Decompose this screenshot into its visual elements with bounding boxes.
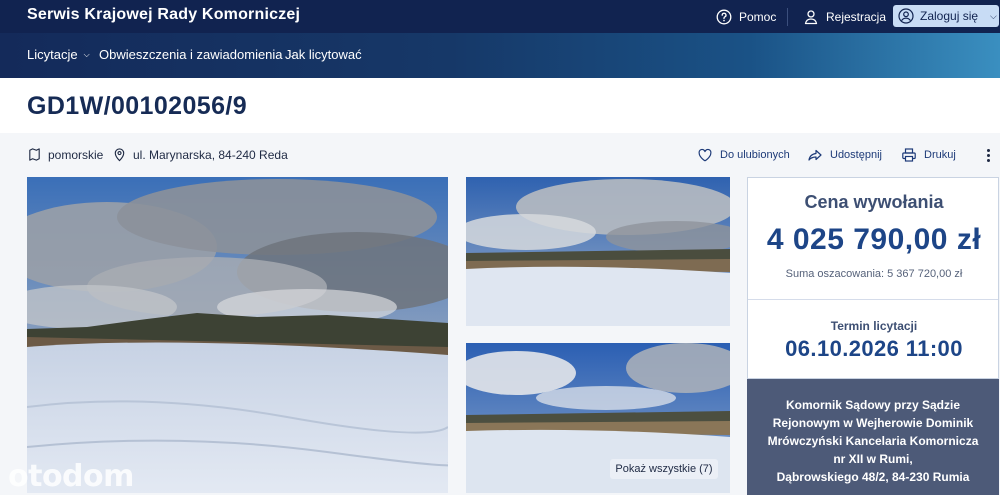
- printer-icon: [902, 148, 916, 162]
- favorite-label: Do ulubionych: [720, 149, 790, 161]
- more-vertical-icon[interactable]: [981, 146, 995, 164]
- main-photo[interactable]: [27, 177, 448, 493]
- card-divider: [748, 299, 998, 300]
- chevron-down-icon: ⌵: [990, 10, 997, 21]
- print-button[interactable]: Drukuj: [901, 147, 956, 163]
- help-link[interactable]: Pomoc: [716, 9, 776, 25]
- main-nav: Licytacje ⌵ Obwieszczenia i zawiadomieni…: [0, 33, 1000, 78]
- favorite-button[interactable]: Do ulubionych: [697, 147, 790, 163]
- address-info: ul. Marynarska, 84-240 Reda: [112, 147, 288, 162]
- show-all-photos-button[interactable]: Pokaż wszystkie (7): [610, 459, 718, 479]
- bailiff-line: Komornik Sądowy przy Sądzie: [785, 398, 961, 412]
- share-label: Udostępnij: [830, 149, 882, 161]
- bailiff-line: Rejonowym w Wejherowie Dominik: [772, 416, 974, 430]
- starting-price-label: Cena wywołania: [804, 192, 944, 212]
- login-button[interactable]: Zaloguj się ⌵: [893, 5, 999, 27]
- bailiff-line: Mrówczyński Kancelaria Komornicza: [767, 434, 979, 448]
- login-label: Zaloguj się: [920, 9, 979, 23]
- address-label: ul. Marynarska, 84-240 Reda: [133, 147, 288, 162]
- nav-item-licytacje[interactable]: Licytacje ⌵: [27, 47, 90, 62]
- print-label: Drukuj: [924, 149, 956, 161]
- question-circle-icon: [716, 9, 732, 25]
- site-title[interactable]: Serwis Krajowej Rady Komorniczej: [27, 6, 300, 24]
- location-pin-icon: [114, 148, 125, 162]
- page-title: GD1W/00102056/9: [27, 92, 248, 120]
- bailiff-info: Komornik Sądowy przy Sądzie Rejonowym w …: [747, 379, 999, 495]
- region-label: pomorskie: [48, 147, 104, 162]
- thumbnail-photo-2[interactable]: Pokaż wszystkie (7): [466, 343, 730, 493]
- starting-price-value: 4 025 790,00 zł: [766, 223, 982, 256]
- nav-item-label: Jak licytować: [285, 47, 362, 62]
- bailiff-line: nr XII w Rumi,: [833, 452, 913, 466]
- nav-item-jak-licytowac[interactable]: Jak licytować: [285, 47, 362, 62]
- help-label: Pomoc: [739, 10, 777, 24]
- thumbnail-photo-1[interactable]: [466, 177, 730, 326]
- estimated-value: Suma oszacowania: 5 367 720,00 zł: [785, 268, 963, 280]
- top-bar: Serwis Krajowej Rady Komorniczej Pomoc R…: [0, 0, 1000, 33]
- heart-icon: [698, 148, 712, 162]
- otodom-watermark: otodom: [8, 459, 134, 494]
- header-divider: [787, 8, 788, 26]
- register-link[interactable]: Rejestracja: [803, 9, 886, 25]
- nav-item-label: Obwieszczenia i zawiadomienia: [99, 47, 283, 62]
- user-circle-icon: [898, 8, 914, 24]
- map-region-icon: [29, 148, 40, 161]
- landscape-photo-image: [27, 177, 448, 493]
- region-info: pomorskie: [27, 147, 103, 162]
- register-label: Rejestracja: [826, 10, 887, 24]
- chevron-down-icon: ⌵: [83, 49, 90, 59]
- share-button[interactable]: Udostępnij: [807, 147, 882, 163]
- bailiff-line: Dąbrowskiego 48/2, 84-230 Rumia: [776, 470, 970, 484]
- nav-item-label: Licytacje: [27, 47, 78, 62]
- user-icon: [804, 10, 818, 25]
- auction-date-label: Termin licytacji: [830, 319, 918, 333]
- share-icon: [808, 149, 822, 161]
- price-card: Cena wywołania 4 025 790,00 zł Suma osza…: [747, 177, 999, 379]
- landscape-photo-image: [466, 177, 730, 326]
- nav-item-obwieszczenia[interactable]: Obwieszczenia i zawiadomienia ⌵: [99, 47, 295, 62]
- auction-date-value: 06.10.2026 11:00: [785, 336, 963, 361]
- title-band: GD1W/00102056/9: [0, 78, 1000, 133]
